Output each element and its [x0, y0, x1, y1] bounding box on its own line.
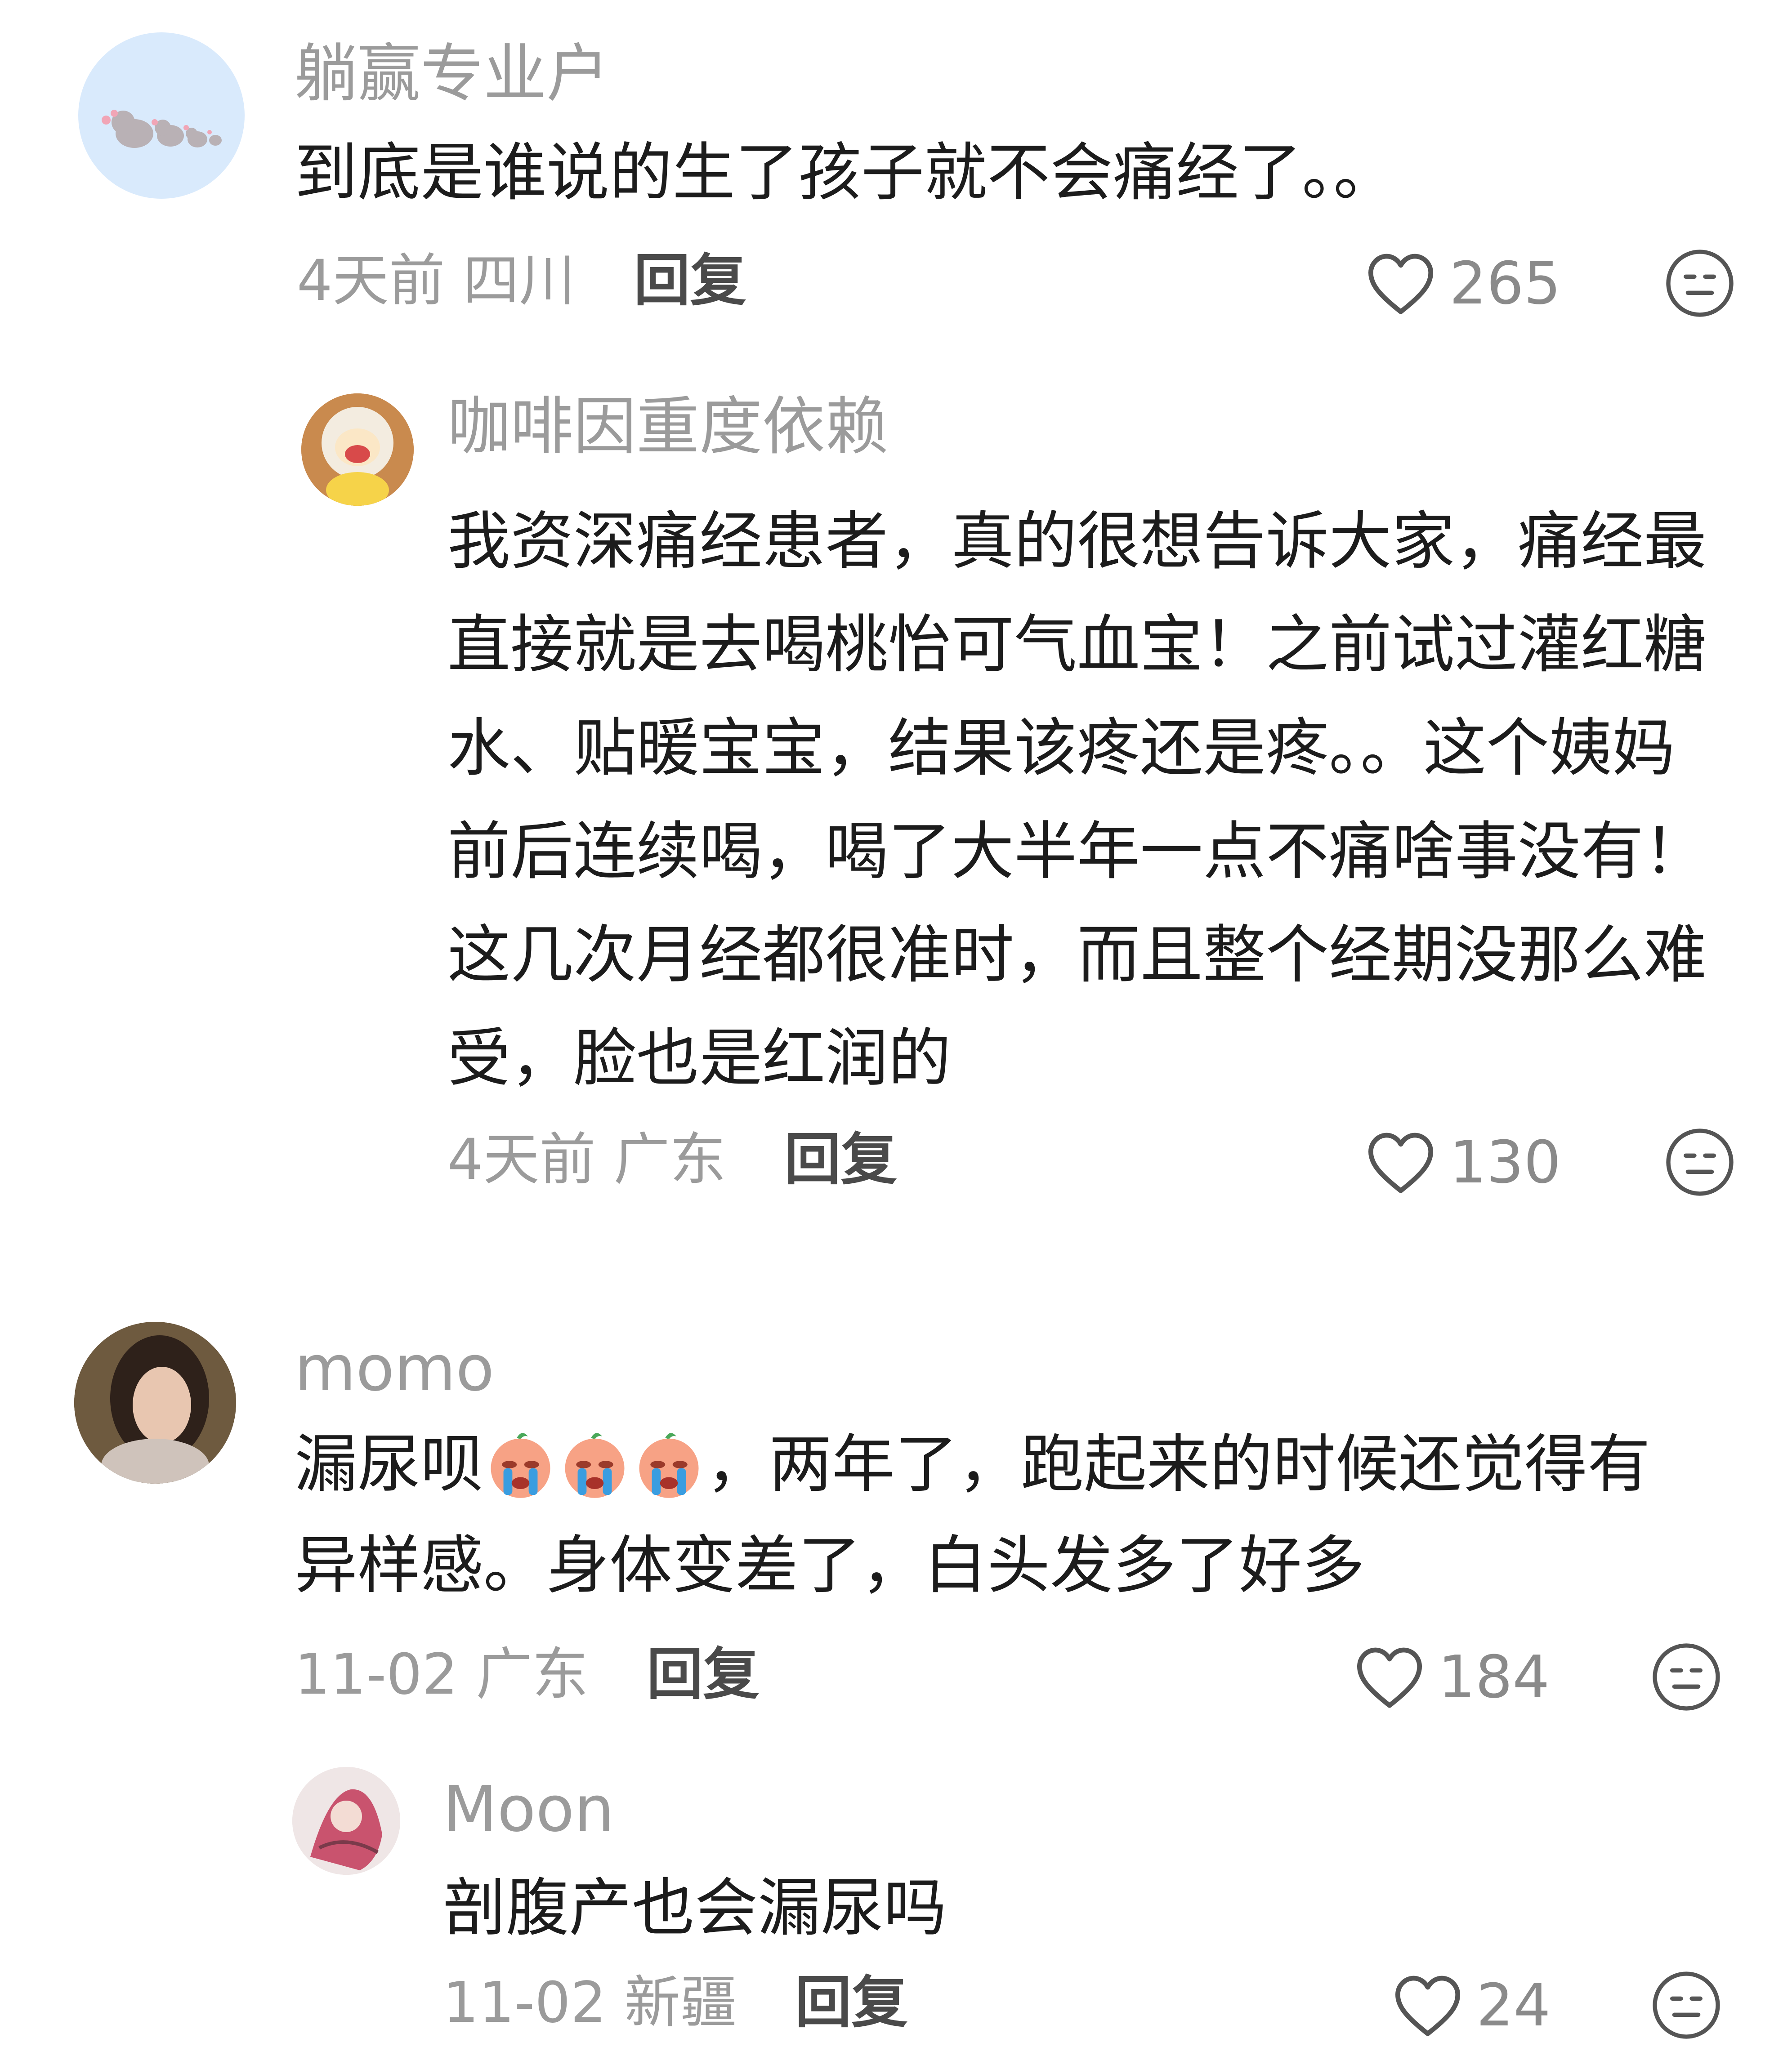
dislike-button[interactable] — [1650, 1969, 1722, 2041]
comment-meta: 11-02 新疆 回复 — [443, 1965, 907, 2041]
woman-photo-avatar-icon — [74, 1322, 236, 1484]
dislike-button[interactable] — [1650, 1641, 1722, 1713]
like-count: 24 — [1476, 1971, 1551, 2039]
username[interactable]: 躺赢专业户 — [295, 36, 609, 112]
location: 广东 — [613, 1127, 726, 1192]
comment-text-segment: ，两年了，跑起来的时候还觉得有 — [706, 1428, 1651, 1501]
reply-text-line: 这几次月经都很准时，而且整个经期没那么难 — [447, 919, 1707, 992]
heart-icon — [1368, 1133, 1433, 1193]
comment-text: 到底是谁说的生了孩子就不会痛经了。。 — [295, 136, 1397, 210]
location: 广东 — [476, 1642, 589, 1707]
like-count: 130 — [1449, 1128, 1561, 1196]
heart-icon — [1357, 1647, 1422, 1708]
comment-meta: 4天前 四川 回复 — [297, 243, 746, 319]
crying-face-emoji-icon — [639, 1433, 699, 1498]
timestamp: 4天前 — [447, 1127, 596, 1192]
comment-item: 躺赢专业户 到底是谁说的生了孩子就不会痛经了。。 4天前 四川 回复 265 — [0, 0, 1792, 351]
reply-button[interactable]: 回复 — [634, 243, 746, 319]
neutral-face-icon — [1653, 1971, 1720, 2039]
comment-text-segment: 漏尿呗 — [295, 1428, 484, 1501]
comment-meta: 4天前 广东 回复 — [447, 1122, 897, 1198]
like-count: 265 — [1449, 249, 1561, 317]
avatar[interactable] — [74, 1322, 236, 1484]
reply-text-line: 我资深痛经患者，真的很想告诉大家，痛经最 — [447, 505, 1707, 578]
neutral-face-icon — [1653, 1643, 1720, 1711]
comment-text: 漏尿呗 ，两年了，跑起来的时候还觉得有 异样感。身体变差了，白头发多了好多 — [295, 1414, 1650, 1616]
username[interactable]: Moon — [443, 1771, 614, 1848]
crying-cartoon-avatar-icon — [301, 393, 414, 506]
reply-text-line: 前后连续喝，喝了大半年一点不痛啥事没有！ — [447, 815, 1707, 888]
username[interactable]: 咖啡因重度依赖 — [447, 389, 888, 465]
timestamp: 4天前 — [297, 248, 445, 313]
dislike-button[interactable] — [1664, 1126, 1736, 1198]
like-count: 184 — [1438, 1643, 1550, 1711]
like-button[interactable]: 265 — [1365, 245, 1561, 321]
reply-item: 咖啡因重度依赖 我资深痛经患者，真的很想告诉大家，痛经最 直接就是去喝桃怡可气血… — [0, 369, 1792, 1259]
neutral-face-icon — [1666, 1128, 1734, 1196]
reply-text-line: 受，脸也是红润的 — [447, 1022, 952, 1095]
crying-face-emoji-icon — [565, 1433, 625, 1498]
dislike-button[interactable] — [1664, 247, 1736, 319]
timestamp: 11-02 — [443, 1970, 607, 2035]
reply-button[interactable]: 回复 — [785, 1122, 897, 1198]
reply-item: Moon 剖腹产也会漏尿吗 11-02 新疆 回复 24 — [0, 1753, 1792, 2056]
heart-icon — [1395, 1976, 1460, 2036]
heart-icon — [1368, 254, 1433, 314]
comment-text-line: 异样感。身体变差了，白头发多了好多 — [295, 1529, 1365, 1602]
reply-button[interactable]: 回复 — [647, 1637, 759, 1713]
comment-meta: 11-02 广东 回复 — [295, 1637, 759, 1713]
elephant-avatar-icon — [102, 110, 222, 148]
like-button[interactable]: 184 — [1354, 1639, 1550, 1715]
illustration-avatar-icon — [292, 1767, 400, 1875]
location: 新疆 — [624, 1970, 737, 2035]
avatar[interactable] — [292, 1767, 400, 1875]
avatar[interactable] — [78, 32, 245, 199]
comment-text-line: 漏尿呗 ，两年了，跑起来的时候还觉得有 — [295, 1414, 1650, 1515]
reply-text: 剖腹产也会漏尿吗 — [443, 1872, 947, 1945]
comment-item: momo 漏尿呗 ，两年了，跑起来的时候还觉得有 异样感。身体变差了，白头发多了好… — [0, 1304, 1792, 1731]
like-button[interactable]: 24 — [1392, 1967, 1551, 2043]
crying-face-emoji-icon — [491, 1433, 550, 1498]
reply-text: 我资深痛经患者，真的很想告诉大家，痛经最 直接就是去喝桃怡可气血宝！之前试过灌红… — [447, 490, 1707, 1111]
timestamp: 11-02 — [295, 1642, 458, 1707]
like-button[interactable]: 130 — [1365, 1124, 1561, 1200]
reply-text-line: 水、贴暖宝宝，结果该疼还是疼。。这个姨妈 — [447, 712, 1676, 785]
reply-text-line: 直接就是去喝桃怡可气血宝！之前试过灌红糖 — [447, 608, 1707, 682]
neutral-face-icon — [1666, 250, 1734, 317]
location: 四川 — [463, 248, 576, 313]
avatar[interactable] — [301, 393, 414, 506]
username[interactable]: momo — [295, 1331, 494, 1407]
reply-button[interactable]: 回复 — [795, 1965, 907, 2041]
